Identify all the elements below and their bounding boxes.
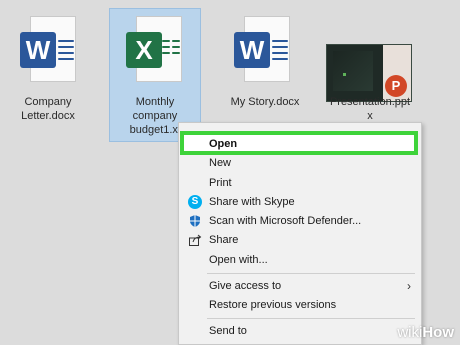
menu-item-restore-versions[interactable]: Restore previous versions — [179, 295, 421, 315]
wikihow-watermark: wikiHow — [397, 324, 454, 341]
menu-item-give-access-to[interactable]: Give access to › — [179, 276, 421, 296]
defender-shield-icon — [188, 214, 202, 228]
menu-item-open-with[interactable]: Open with... — [179, 250, 421, 270]
file-name-line: Monthly — [135, 96, 175, 108]
menu-item-print[interactable]: Print — [179, 173, 421, 193]
chevron-right-icon: › — [407, 279, 411, 293]
file-name-line: Letter.docx — [21, 110, 75, 122]
excel-icon: X — [120, 16, 186, 86]
file-presentation[interactable]: P Presentation.ppt x — [320, 10, 420, 125]
menu-item-new[interactable]: New — [179, 153, 421, 173]
presentation-thumbnail: P — [326, 44, 412, 102]
file-name-line: Company — [24, 96, 72, 108]
menu-separator — [207, 273, 415, 274]
share-icon — [188, 233, 202, 247]
file-name-line: My Story.docx — [230, 96, 300, 108]
skype-icon: S — [188, 195, 202, 209]
word-icon: W — [228, 16, 294, 86]
file-name-line: Presentation.ppt — [329, 96, 411, 108]
file-name-line: x — [367, 110, 373, 122]
menu-separator — [207, 318, 415, 319]
file-name-line: company — [132, 110, 178, 122]
menu-item-scan-defender[interactable]: Scan with Microsoft Defender... — [179, 211, 421, 231]
menu-item-share-with-skype[interactable]: S Share with Skype — [179, 192, 421, 212]
word-icon: W — [14, 16, 80, 86]
powerpoint-icon: P — [385, 75, 407, 97]
file-monthly-budget[interactable]: X Monthly company budget1.xl — [110, 10, 200, 140]
context-menu: New Print S Share with Skype Scan with M… — [178, 122, 422, 345]
menu-item-open[interactable]: Open — [180, 131, 418, 155]
menu-item-send-to[interactable]: Send to — [179, 321, 421, 341]
file-my-story[interactable]: W My Story.docx — [222, 10, 308, 120]
file-company-letter[interactable]: W Company Letter.docx — [8, 10, 88, 125]
menu-item-share[interactable]: Share — [179, 230, 421, 250]
